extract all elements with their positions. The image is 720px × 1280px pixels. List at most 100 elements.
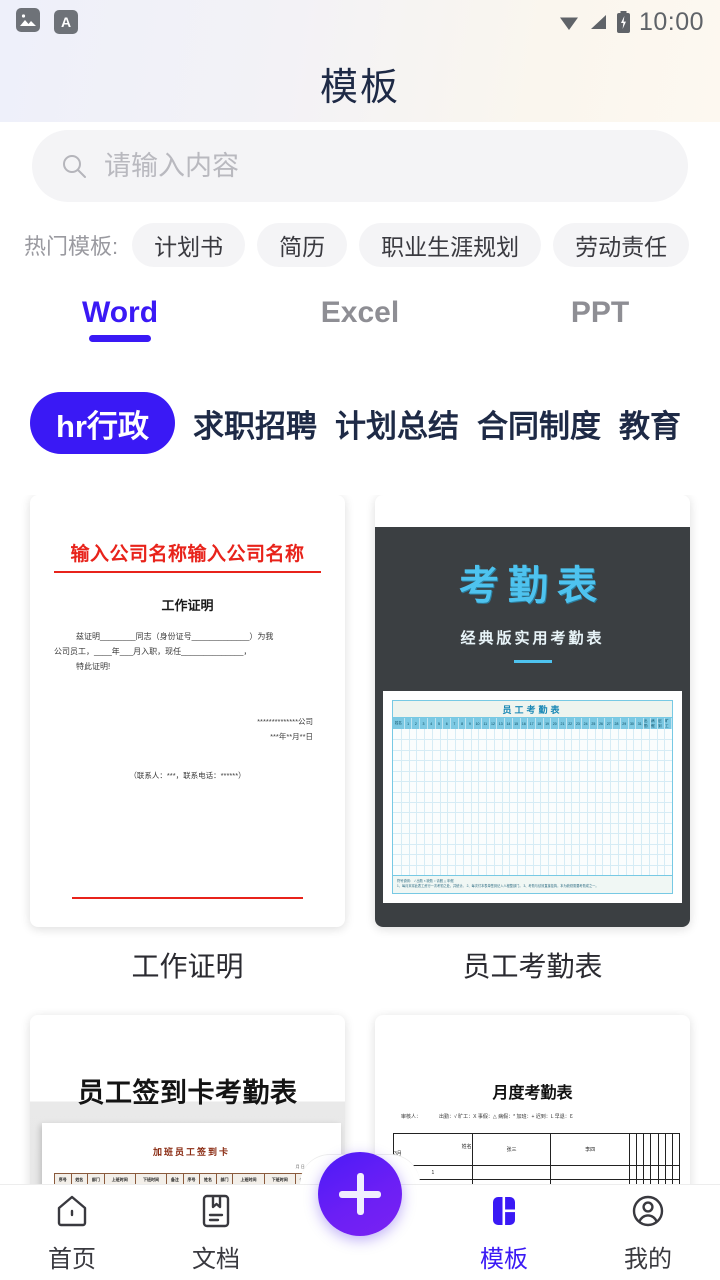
- thumb-day-cell: 7: [451, 718, 459, 729]
- thumb-sheet: 加班员工签到卡 月 日 （星期 ） 序号姓名部门上班时间下班时间备注序号姓名部门…: [42, 1123, 341, 1185]
- thumb-body-line1: 兹证明________同志（身份证号_____________）为我: [76, 632, 274, 641]
- nav-item-profile[interactable]: 我的: [576, 1185, 720, 1280]
- template-card-title: 员工考勤表: [462, 951, 603, 982]
- thumb-cell: [643, 1165, 652, 1180]
- nav-label-profile: 我的: [624, 1246, 672, 1273]
- battery-charging-icon: [616, 11, 631, 33]
- hot-chip-1[interactable]: 简历: [257, 223, 348, 267]
- thumb-day-cell: 28: [613, 718, 621, 729]
- hot-chip-2[interactable]: 职业生涯规划: [359, 223, 542, 267]
- search-input[interactable]: [104, 150, 660, 182]
- thumb-summary-cell: 病假: [651, 718, 659, 729]
- category-chips: hr行政 求职招聘 计划总结 合同制度 教育: [0, 392, 720, 454]
- thumb-col-header: [657, 1133, 666, 1166]
- thumb-cover-title: 考勤表: [459, 564, 606, 608]
- category-plan-summary[interactable]: 计划总结: [335, 392, 459, 454]
- thumb-sheet-title-row: 员工考勤表: [393, 701, 672, 718]
- template-thumbnail[interactable]: 月度考勤表 审核人： 出勤：√ 旷工：X 事假：△ 病假：* 加班：+ 迟到：L…: [375, 1015, 690, 1185]
- template-card-work-certificate[interactable]: 输入公司名称输入公司名称 工作证明 兹证明________同志（身份证号____…: [30, 495, 345, 985]
- thumb-signature: **************公司 ***年**月**日: [54, 714, 321, 744]
- thumb-cell: [657, 1165, 666, 1180]
- thumb-day-cell: 30: [629, 718, 637, 729]
- create-button[interactable]: [318, 1152, 402, 1236]
- template-thumbnail[interactable]: 输入公司名称输入公司名称 工作证明 兹证明________同志（身份证号____…: [30, 495, 345, 927]
- thumb-grid-line: [393, 802, 672, 803]
- thumb-day-cell: 姓名: [393, 718, 405, 729]
- template-card-employee-attendance[interactable]: 考勤表 经典版实用考勤表 员工考勤表 姓名 1 2 3 4 5 6 7 8 9 10 11 12 13 14…: [375, 495, 690, 985]
- tab-excel[interactable]: Excel: [240, 290, 480, 330]
- thumb-day-cell: 24: [582, 718, 590, 729]
- hot-chip-0[interactable]: 计划书: [132, 223, 246, 267]
- thumb-cell: [671, 1165, 681, 1180]
- template-thumbnail[interactable]: 员工签到卡考勤表 加班员工签到卡 月 日 （星期 ） 序号姓名部门上班时间下班时…: [30, 1015, 345, 1185]
- wifi-icon: [558, 11, 580, 33]
- status-bar-clock: 10:00: [638, 7, 704, 36]
- profile-icon: [628, 1191, 668, 1231]
- nav-item-template[interactable]: 模板: [432, 1185, 576, 1280]
- thumb-grid-line: [393, 812, 672, 814]
- thumb-col-header: [628, 1133, 638, 1166]
- thumb-day-cell: 16: [521, 718, 529, 729]
- thumb-reviewer-label: 审核人：: [401, 1114, 422, 1120]
- nav-label-home: 首页: [48, 1246, 96, 1273]
- search-bar[interactable]: [32, 130, 688, 202]
- a-app-icon: A: [54, 10, 78, 34]
- thumb-col-header: [650, 1133, 659, 1166]
- thumb-day-cell: 14: [505, 718, 513, 729]
- thumb-company-header: 输入公司名称输入公司名称: [54, 539, 321, 573]
- table-row: 1: [393, 1165, 681, 1180]
- thumb-cover-title: 员工签到卡考勤表: [77, 1078, 298, 1108]
- thumb-col-header: [664, 1133, 673, 1166]
- thumb-doc-title: 月度考勤表: [492, 1085, 573, 1102]
- thumb-cover-rule: [513, 660, 552, 663]
- thumb-day-cell: 4: [428, 718, 436, 729]
- thumb-grid-line: [393, 781, 672, 783]
- app-screen: A 10:00 模板 请输入内容 热门模板: 计划书 简历 职业生涯规划 劳动责…: [0, 0, 720, 1280]
- document-icon: [196, 1191, 236, 1231]
- hot-templates-row: 热门模板: 计划书 简历 职业生涯规划 劳动责任: [24, 222, 720, 268]
- thumb-body-line2: 公司员工，____年___月入职，现任______________，: [54, 646, 252, 656]
- thumb-contact: （联系人：***，联系电话：******）: [129, 771, 246, 781]
- category-recruitment[interactable]: 求职招聘: [193, 392, 317, 454]
- thumb-sign-company: **************公司: [257, 717, 313, 727]
- category-education[interactable]: 教育: [619, 392, 681, 454]
- template-card-title: 工作证明: [131, 951, 244, 982]
- tab-ppt[interactable]: PPT: [480, 290, 720, 330]
- thumb-day-cell: 22: [567, 718, 575, 729]
- thumb-day-cell: 17: [528, 718, 536, 729]
- nav-item-home[interactable]: 首页: [0, 1185, 144, 1280]
- tab-word[interactable]: Word: [0, 290, 240, 330]
- thumb-day-cell: 25: [590, 718, 598, 729]
- thumb-day-cell: 11: [482, 718, 490, 729]
- thumb-day-cell: 1: [405, 718, 413, 729]
- category-hr[interactable]: hr行政: [30, 392, 175, 454]
- thumb-cell: [636, 1165, 645, 1180]
- image-icon: [16, 7, 40, 37]
- template-thumbnail[interactable]: 考勤表 经典版实用考勤表 员工考勤表 姓名 1 2 3 4 5 6 7 8 9 10 11 12 13 14…: [375, 495, 690, 927]
- thumb-day-cell: 3: [420, 718, 428, 729]
- a-app-icon-letter: A: [60, 14, 72, 30]
- template-card-monthly-attendance[interactable]: 月度考勤表 审核人： 出勤：√ 旷工：X 事假：△ 病假：* 加班：+ 迟到：L…: [375, 1015, 690, 1185]
- thumb-col-header: 张三: [471, 1133, 552, 1166]
- thumb-cell: [664, 1165, 673, 1180]
- thumb-sheet-footer: 符号说明： √ 出勤 × 缺勤 ○ 请假 △ 年假 1、每月末将此表工资行一次考…: [393, 875, 672, 893]
- thumb-col-header: [636, 1133, 645, 1166]
- thumb-grid-line: [393, 739, 672, 741]
- thumb-summary-cell: 迟到: [658, 718, 666, 729]
- thumb-grid-line: [393, 791, 672, 793]
- status-bar-right: 10:00: [558, 8, 704, 37]
- hot-chip-3[interactable]: 劳动责任: [553, 223, 690, 267]
- template-card-signin-card[interactable]: 员工签到卡考勤表 加班员工签到卡 月 日 （星期 ） 序号姓名部门上班时间下班时…: [30, 1015, 345, 1185]
- thumb-col-header: [643, 1133, 652, 1166]
- thumb-day-cell: 26: [598, 718, 606, 729]
- category-contract[interactable]: 合同制度: [477, 392, 601, 454]
- status-bar-left: A: [16, 7, 78, 37]
- thumb-day-cell: 18: [536, 718, 544, 729]
- thumb-meta-row: 审核人： 出勤：√ 旷工：X 事假：△ 病假：* 加班：+ 迟到：L 早退：Ɛ: [401, 1113, 676, 1120]
- nav-item-document[interactable]: 文档: [144, 1185, 288, 1280]
- thumb-day-cell: 2: [412, 718, 421, 729]
- template-grid: 输入公司名称输入公司名称 工作证明 兹证明________同志（身份证号____…: [0, 495, 720, 1185]
- thumb-day-cell: 19: [544, 718, 552, 729]
- thumb-grid-line: [393, 843, 672, 845]
- home-icon: [52, 1191, 92, 1231]
